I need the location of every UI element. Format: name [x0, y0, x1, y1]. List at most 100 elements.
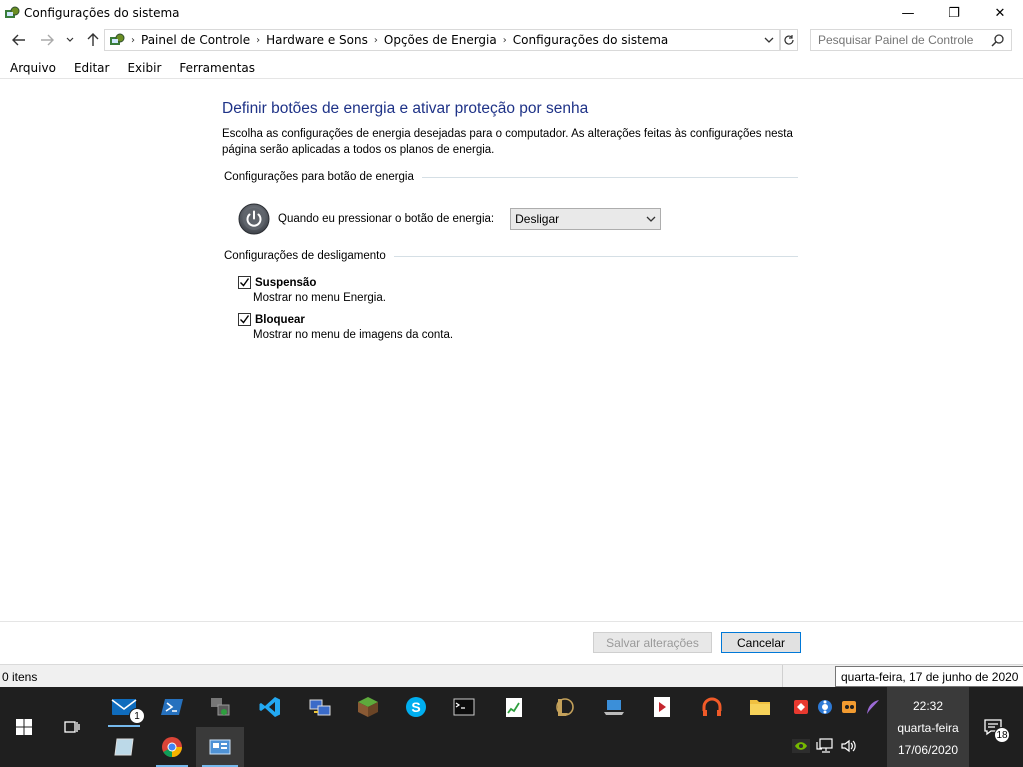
notepad-chart-icon — [506, 698, 522, 717]
lock-label[interactable]: Bloquear — [255, 314, 305, 326]
mail-badge: 1 — [129, 708, 145, 724]
media-player-icon — [654, 697, 670, 717]
terminal-icon — [453, 698, 475, 716]
item-count: 0 itens — [2, 670, 38, 684]
league-of-legends-icon — [556, 698, 574, 716]
power-icon — [238, 203, 270, 235]
menu-exibir[interactable]: Exibir — [119, 61, 169, 75]
chevron-down-icon — [646, 216, 656, 222]
action-center-button[interactable]: 18 — [970, 707, 1016, 747]
navigation-bar: › Painel de Controle › Hardware e Sons ›… — [0, 28, 1023, 52]
checkmark-icon — [240, 315, 250, 324]
network-monitor-icon — [309, 699, 331, 716]
breadcrumb-item[interactable]: Painel de Controle — [135, 33, 256, 47]
task-view-button[interactable] — [48, 707, 96, 747]
maximize-button[interactable]: ❐ — [931, 0, 977, 26]
taskbar-network-app[interactable] — [296, 687, 344, 727]
main-content: Definir botões de energia e ativar prote… — [222, 100, 812, 341]
menu-editar[interactable]: Editar — [66, 61, 118, 75]
breadcrumb-item[interactable]: Hardware e Sons — [260, 33, 374, 47]
taskbar-chrome[interactable] — [148, 727, 196, 767]
taskbar-clock[interactable]: 22:32 quarta-feira 17/06/2020 — [887, 687, 969, 767]
page-description: Escolha as configurações de energia dese… — [222, 128, 793, 156]
cancel-button[interactable]: Cancelar — [721, 632, 801, 653]
menu-bar: Arquivo Editar Exibir Ferramentas — [0, 58, 263, 78]
save-changes-button[interactable]: Salvar alterações — [593, 632, 712, 653]
skype-icon: S — [406, 697, 426, 717]
up-arrow-icon[interactable] — [84, 30, 102, 50]
clock-date: 17/06/2020 — [897, 743, 959, 757]
recent-locations-chevron-icon[interactable] — [62, 30, 78, 50]
taskbar-control-panel[interactable] — [196, 727, 244, 767]
tray-nvidia-icon[interactable] — [791, 736, 811, 756]
page-title: Definir botões de energia e ativar prote… — [222, 100, 589, 117]
checkmark-icon — [240, 278, 250, 287]
taskbar-mail[interactable]: 1 — [100, 687, 148, 727]
tray-anydesk-icon[interactable] — [791, 697, 811, 717]
start-button[interactable] — [0, 707, 48, 747]
laptop-icon — [604, 700, 624, 715]
address-dropdown-icon[interactable] — [764, 37, 774, 45]
taskbar-minecraft[interactable] — [344, 687, 392, 727]
section-divider — [393, 255, 798, 257]
address-bar[interactable]: › Painel de Controle › Hardware e Sons ›… — [104, 29, 780, 51]
chrome-icon — [162, 737, 183, 758]
search-icon[interactable] — [991, 33, 1005, 47]
taskbar-file-explorer[interactable] — [736, 687, 784, 727]
task-view-icon — [64, 721, 80, 733]
back-arrow-icon[interactable] — [8, 30, 30, 50]
tray-game-icon[interactable] — [839, 697, 859, 717]
menu-ferramentas[interactable]: Ferramentas — [171, 61, 263, 75]
notification-badge: 18 — [994, 727, 1010, 743]
taskbar-frame-app[interactable] — [100, 727, 148, 767]
section-divider — [421, 176, 798, 178]
taskbar-remote-app[interactable] — [196, 687, 244, 727]
taskbar-league[interactable] — [540, 687, 588, 727]
taskbar-powershell[interactable] — [148, 687, 196, 727]
breadcrumb-item[interactable]: Opções de Energia — [378, 33, 503, 47]
windows-logo-icon — [16, 719, 32, 735]
taskbar-skype[interactable]: S — [392, 687, 440, 727]
powershell-icon — [161, 699, 183, 715]
power-button-row: Quando eu pressionar o botão de energia:… — [238, 203, 662, 235]
taskbar-terminal[interactable] — [440, 687, 488, 727]
tray-hub-icon[interactable] — [815, 697, 835, 717]
taskbar-media-app[interactable] — [638, 687, 686, 727]
vscode-icon — [259, 697, 280, 717]
close-button[interactable]: ✕ — [977, 0, 1023, 26]
svg-text:S: S — [411, 699, 420, 715]
power-section-title: Configurações para botão de energia — [224, 171, 414, 183]
window-title: Configurações do sistema — [24, 6, 180, 20]
control-panel-icon — [209, 739, 231, 755]
headphones-icon — [702, 697, 722, 716]
lock-checkbox[interactable] — [238, 313, 251, 326]
suspend-label[interactable]: Suspensão — [255, 277, 316, 289]
suspend-checkbox[interactable] — [238, 276, 251, 289]
control-panel-icon — [5, 6, 20, 18]
tray-network-icon[interactable] — [815, 736, 835, 756]
suspend-description: Mostrar no menu Energia. — [253, 292, 386, 304]
clock-day: quarta-feira — [897, 721, 959, 735]
lock-description: Mostrar no menu de imagens da conta. — [253, 329, 454, 341]
search-input[interactable] — [811, 33, 986, 47]
taskbar: 1 S 22:32 quarta-feira 17/06/2020 18 — [0, 687, 1023, 767]
suspend-option[interactable]: Suspensão — [238, 276, 316, 289]
control-panel-icon — [110, 33, 125, 45]
tray-feather-icon[interactable] — [863, 697, 883, 717]
taskbar-vscode[interactable] — [246, 687, 294, 727]
power-button-action-select[interactable]: Desligar — [510, 208, 662, 230]
menu-arquivo[interactable]: Arquivo — [2, 61, 64, 75]
taskbar-git-app[interactable] — [688, 687, 736, 727]
tray-volume-icon[interactable] — [839, 736, 859, 756]
lock-option[interactable]: Bloquear — [238, 313, 305, 326]
forward-arrow-icon[interactable] — [36, 30, 58, 50]
taskbar-notes-app[interactable] — [490, 687, 538, 727]
taskbar-connect-app[interactable] — [590, 687, 638, 727]
folder-icon — [750, 700, 770, 715]
refresh-icon[interactable] — [780, 29, 798, 51]
search-box[interactable] — [810, 29, 1012, 51]
remote-desktop-icon — [211, 698, 230, 716]
minimize-button[interactable]: — — [885, 0, 931, 26]
breadcrumb-item[interactable]: Configurações do sistema — [507, 33, 675, 47]
power-button-action-value: Desligar — [515, 212, 560, 226]
